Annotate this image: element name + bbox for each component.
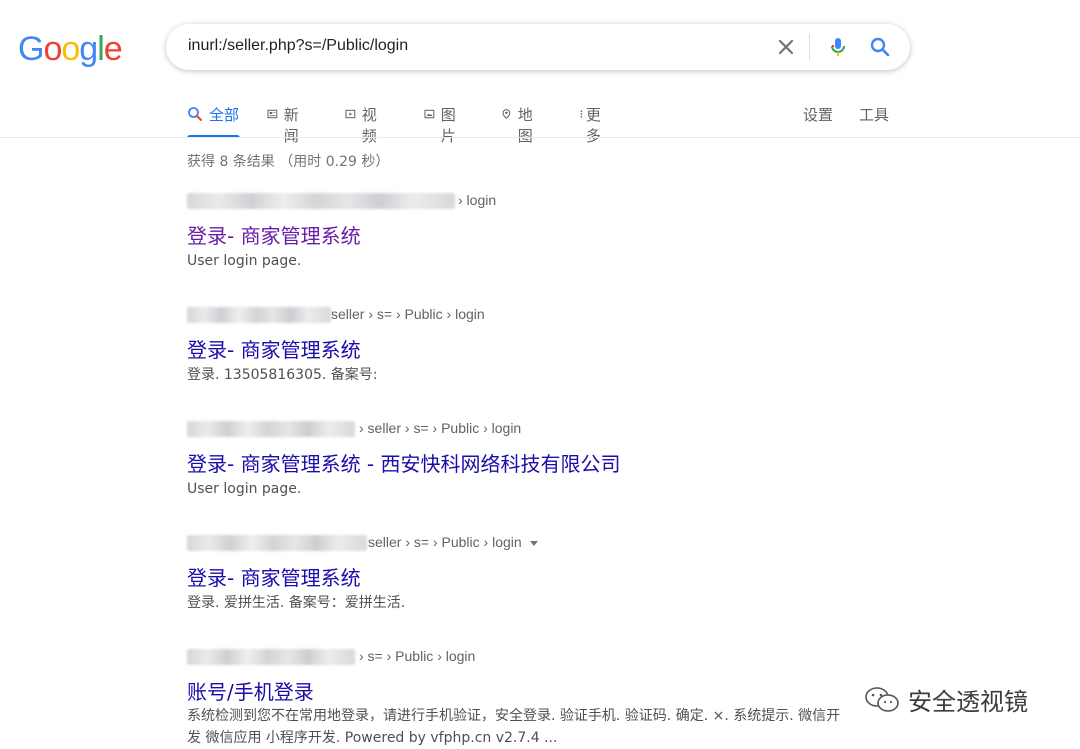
breadcrumb-text: › s= › Public › login (359, 648, 476, 664)
result-breadcrumb[interactable]: › s= › Public › login (187, 648, 887, 668)
watermark-text: 安全透视镜 (908, 688, 1028, 716)
search-result: › seller › s= › Public › login 登录- 商家管理系… (187, 420, 887, 510)
logo-letter: G (18, 30, 44, 68)
result-title-link[interactable]: 账号/手机登录 (187, 676, 314, 705)
result-title-link[interactable]: 登录- 商家管理系统 (187, 562, 361, 591)
result-breadcrumb[interactable]: › seller › s= › Public › login (187, 420, 887, 440)
blurred-url (187, 421, 355, 437)
result-snippet: User login page. (187, 253, 302, 269)
tab-label: 地图 (517, 106, 533, 145)
search-box[interactable]: inurl:/seller.php?s=/Public/login (166, 24, 910, 70)
result-title-link[interactable]: 登录- 商家管理系统 - 西安快科网络科技有限公司 (187, 448, 621, 477)
header-divider (0, 137, 1080, 138)
tab-label: 全部 (209, 106, 240, 124)
result-breadcrumb[interactable]: seller › s= › Public › login (187, 306, 887, 326)
wechat-watermark: 安全透视镜 (862, 682, 1028, 717)
result-breadcrumb[interactable]: › login (187, 192, 887, 212)
breadcrumb-label: seller › s= › Public › login (368, 534, 522, 550)
result-snippet: 登录. 13505816305. 备案号: (187, 367, 378, 383)
google-logo[interactable]: Google (18, 30, 123, 69)
tab-label: 图片 (440, 106, 456, 145)
tab-label: 新闻 (283, 106, 299, 145)
result-title-link[interactable]: 登录- 商家管理系统 (187, 220, 361, 249)
tab-images[interactable]: 图片 (424, 104, 461, 145)
blurred-url (187, 535, 367, 551)
settings-button[interactable]: 设置 (803, 104, 833, 125)
tab-label: 更多 (585, 106, 601, 145)
tab-all[interactable]: 全部 (187, 104, 240, 138)
breadcrumb-text: seller › s= › Public › login (331, 306, 485, 322)
result-breadcrumb[interactable]: seller › s= › Public › login (187, 534, 887, 554)
logo-letter: o (43, 30, 62, 68)
search-icon (188, 107, 202, 121)
breadcrumb-text: › login (458, 192, 497, 208)
blurred-url (187, 307, 331, 323)
map-pin-icon (502, 109, 511, 120)
logo-letter: o (61, 30, 80, 68)
search-icon[interactable] (868, 35, 892, 59)
search-result: seller › s= › Public › login 登录- 商家管理系统 … (187, 534, 887, 624)
result-stats: 获得 8 条结果 （用时 0.29 秒） (187, 154, 390, 170)
result-title-link[interactable]: 登录- 商家管理系统 (187, 334, 361, 363)
result-snippet: 登录. 爱拼生活. 备案号：爱拼生活. (187, 595, 406, 611)
blurred-url (187, 649, 355, 665)
tab-more[interactable]: 更多 (579, 104, 604, 145)
microphone-icon[interactable] (826, 35, 850, 59)
search-divider (809, 34, 810, 60)
image-icon (424, 109, 435, 119)
news-icon (267, 109, 278, 119)
breadcrumb-text: seller › s= › Public › login (368, 534, 538, 550)
search-result: › login 登录- 商家管理系统 User login page. (187, 192, 887, 282)
search-result: › s= › Public › login 账号/手机登录 系统检测到您不在常用… (187, 648, 887, 746)
tab-videos[interactable]: 视频 (345, 104, 382, 145)
logo-letter: g (79, 30, 98, 68)
clear-icon[interactable] (774, 35, 798, 59)
search-input[interactable]: inurl:/seller.php?s=/Public/login (188, 37, 408, 55)
more-vert-icon (580, 110, 583, 118)
tab-maps[interactable]: 地图 (501, 104, 538, 145)
tools-button[interactable]: 工具 (859, 104, 889, 125)
tab-news[interactable]: 新闻 (267, 104, 304, 145)
breadcrumb-text: › seller › s= › Public › login (359, 420, 522, 436)
tab-label: 视频 (361, 106, 377, 145)
blurred-url (187, 193, 455, 209)
search-result: seller › s= › Public › login 登录- 商家管理系统 … (187, 306, 887, 396)
chevron-down-icon[interactable] (529, 540, 538, 546)
result-snippet: 系统检测到您不在常用地登录，请进行手机验证，安全登录. 验证手机. 验证码. 确… (187, 708, 841, 746)
result-snippet: User login page. (187, 481, 302, 497)
wechat-icon (865, 686, 899, 712)
video-icon (345, 109, 356, 119)
logo-letter: e (103, 30, 123, 68)
